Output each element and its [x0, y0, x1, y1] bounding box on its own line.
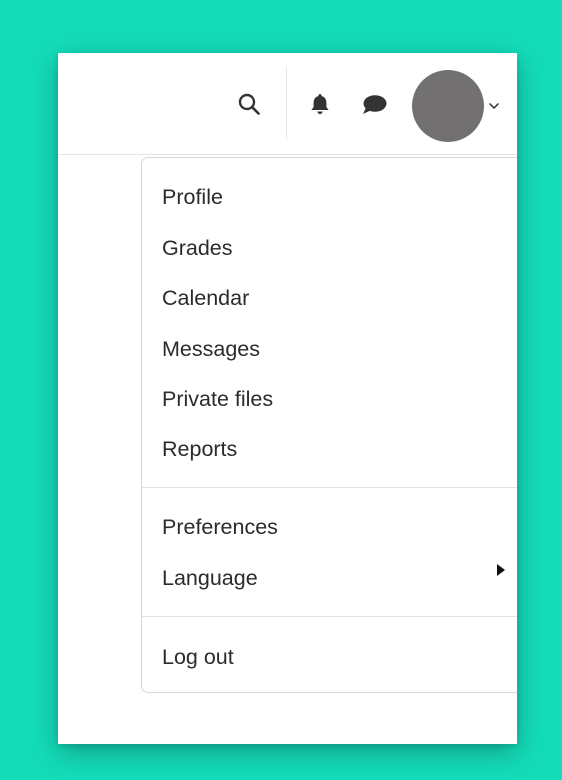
menu-item-profile[interactable]: Profile [162, 184, 223, 210]
avatar[interactable] [412, 70, 484, 142]
menu-item-private-files[interactable]: Private files [162, 386, 273, 412]
menu-item-calendar[interactable]: Calendar [162, 285, 249, 311]
menu-divider [142, 487, 517, 488]
menu-item-preferences[interactable]: Preferences [162, 514, 278, 540]
search-icon[interactable] [232, 87, 266, 121]
page-card: Profile Grades Calendar Messages Private… [58, 53, 517, 744]
top-navbar [58, 53, 517, 155]
user-dropdown-menu: Profile Grades Calendar Messages Private… [141, 157, 517, 693]
menu-item-messages[interactable]: Messages [162, 336, 260, 362]
menu-item-reports[interactable]: Reports [162, 436, 237, 462]
navbar-divider [286, 67, 287, 139]
chat-icon[interactable] [358, 90, 390, 120]
bell-icon[interactable] [305, 89, 335, 119]
menu-item-grades[interactable]: Grades [162, 235, 233, 261]
caret-right-icon[interactable] [496, 563, 506, 577]
chevron-down-icon[interactable] [488, 98, 500, 109]
menu-item-language[interactable]: Language [162, 565, 258, 591]
menu-item-log-out[interactable]: Log out [162, 644, 234, 670]
menu-divider [142, 616, 517, 617]
